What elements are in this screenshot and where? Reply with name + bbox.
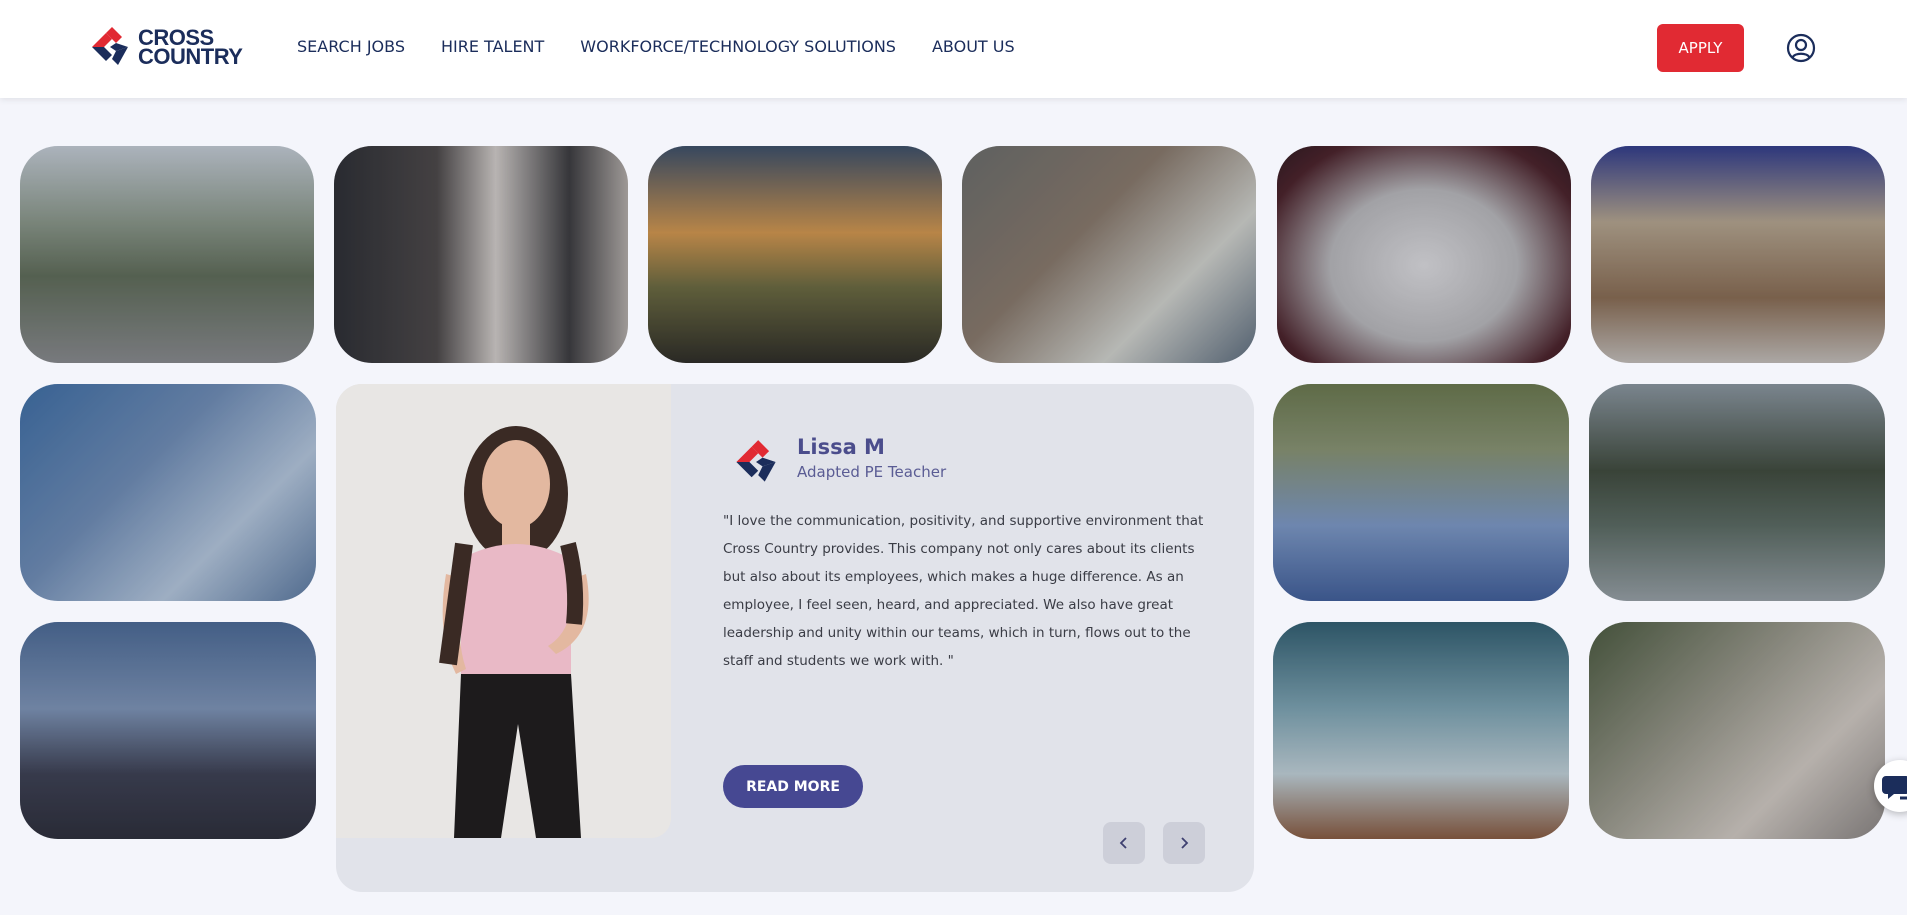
read-more-button[interactable]: READ MORE (723, 765, 863, 808)
nav-workforce-technology-solutions[interactable]: WORKFORCE/TECHNOLOGY SOLUTIONS (580, 37, 896, 56)
chevron-left-icon (1119, 837, 1127, 849)
main-nav: SEARCH JOBS HIRE TALENT WORKFORCE/TECHNO… (297, 37, 1051, 56)
portrait-illustration (336, 384, 671, 838)
previous-testimonial-button[interactable] (1103, 822, 1145, 864)
nav-hire-talent[interactable]: HIRE TALENT (441, 37, 544, 56)
nav-about-us[interactable]: ABOUT US (932, 37, 1015, 56)
nav-search-jobs[interactable]: SEARCH JOBS (297, 37, 405, 56)
photo-tile-woman-waving (1589, 622, 1885, 839)
photo-tile-office-woman (334, 146, 628, 363)
cross-country-mark-icon (732, 439, 780, 489)
testimonial-name: Lissa M (797, 435, 885, 459)
photo-tile-runner-bridge (20, 622, 316, 839)
photo-tile-lakeside-person (1273, 622, 1569, 839)
photo-tile-classroom-teacher (1591, 146, 1885, 363)
logo-text: CROSS COUNTRY (138, 25, 243, 69)
photo-tile-sunset-traveler (648, 146, 942, 363)
photo-tile-medical-team (20, 384, 316, 601)
testimonial-portrait (336, 384, 671, 838)
logo-mark-icon (92, 27, 128, 65)
testimonial-role: Adapted PE Teacher (797, 463, 947, 481)
testimonial-card: Lissa M Adapted PE Teacher "I love the c… (336, 384, 1254, 892)
testimonial-quote: "I love the communication, positivity, a… (723, 513, 1204, 669)
apply-button[interactable]: APPLY (1657, 24, 1744, 72)
photo-tile-lake-arms-raised (1589, 384, 1885, 601)
photo-tile-tent-view (1277, 146, 1571, 363)
cross-country-logo[interactable]: CROSS COUNTRY (88, 25, 243, 69)
site-header: CROSS COUNTRY SEARCH JOBS HIRE TALENT WO… (0, 0, 1907, 98)
chat-bubbles-icon (1882, 776, 1907, 800)
chevron-right-icon (1181, 837, 1189, 849)
photo-tile-nurse-mask (1273, 384, 1569, 601)
next-testimonial-button[interactable] (1163, 822, 1205, 864)
user-circle-icon[interactable] (1786, 33, 1816, 63)
photo-tile-car-window (962, 146, 1256, 363)
photo-tile-road-trip (20, 146, 314, 363)
chat-widget-button[interactable] (1874, 760, 1907, 812)
